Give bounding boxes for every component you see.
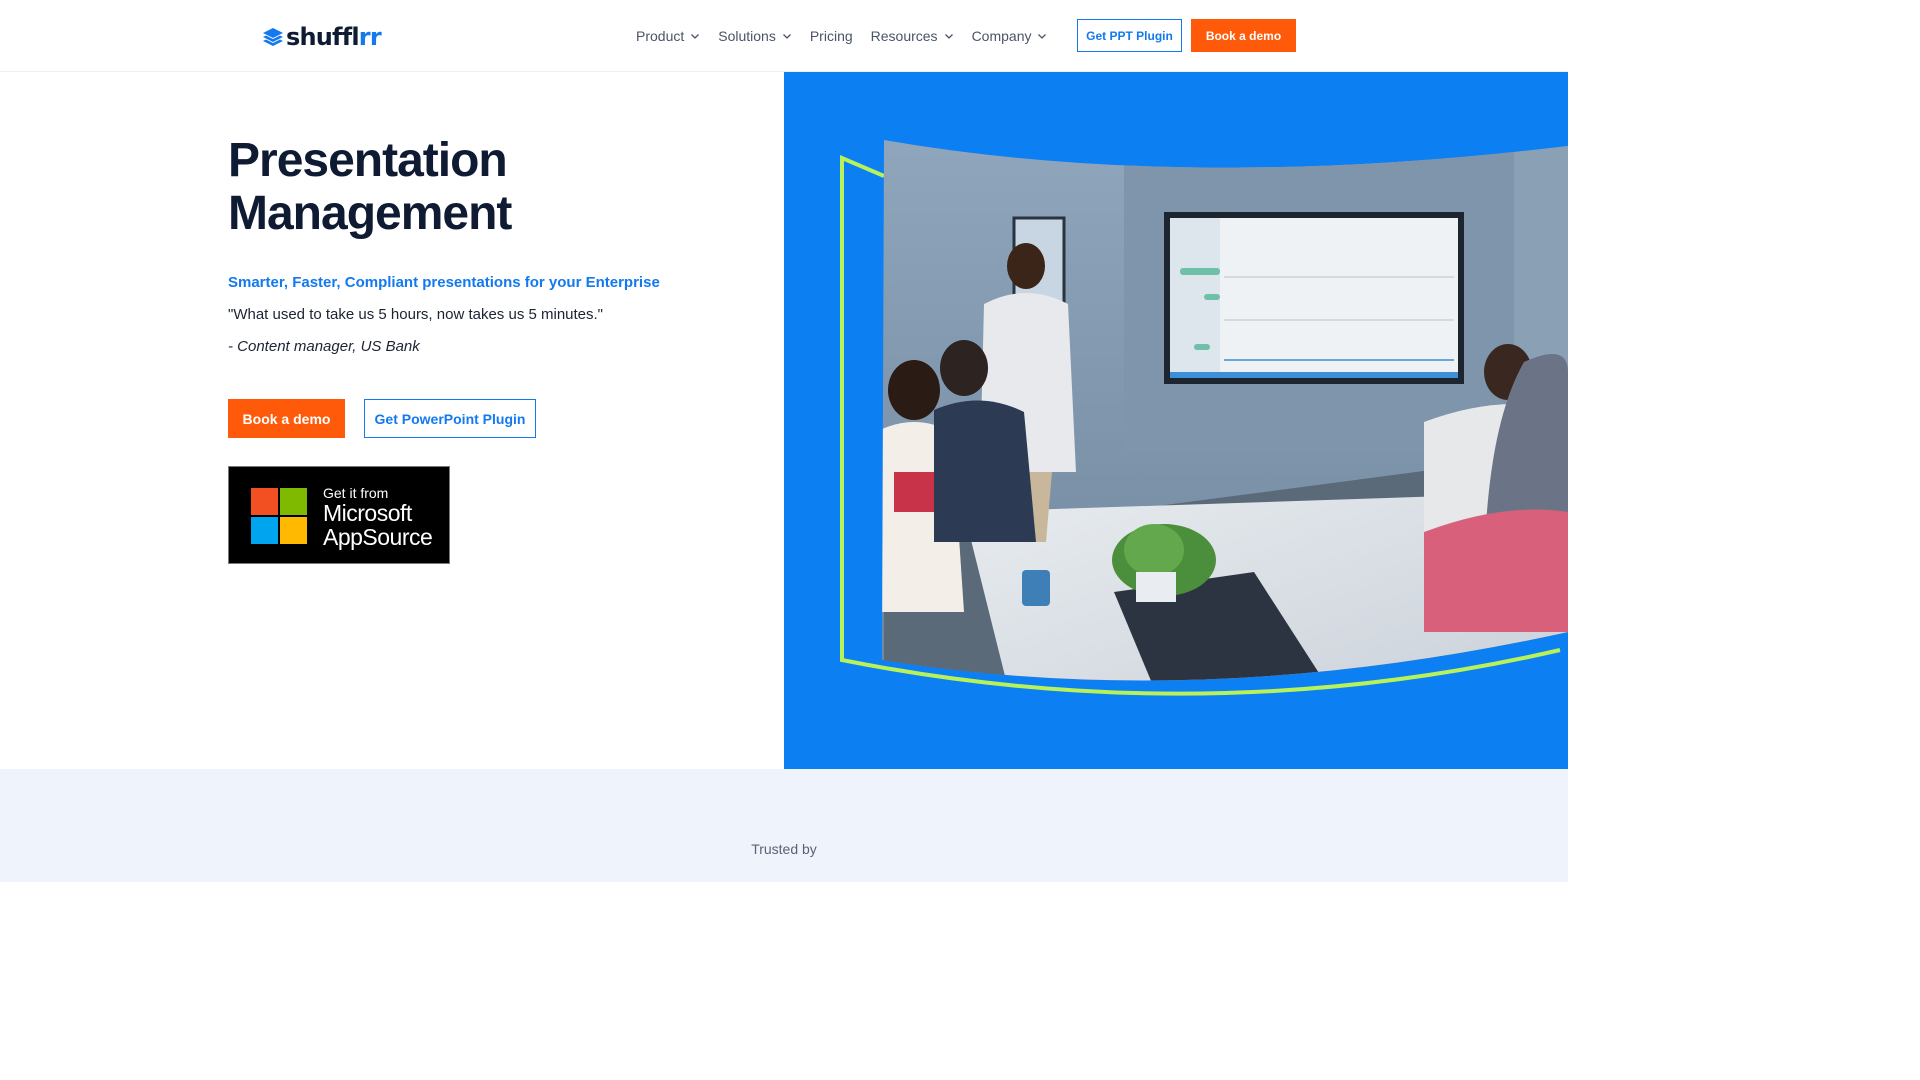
hero-visual xyxy=(784,72,1568,769)
stacked-layers-icon xyxy=(263,28,283,46)
badge-line1: Get it from xyxy=(323,485,389,501)
testimonial-quote: "What used to take us 5 hours, now takes… xyxy=(228,306,604,323)
get-powerpoint-plugin-button[interactable]: Get PowerPoint Plugin xyxy=(364,399,536,438)
nav-solutions[interactable]: Solutions xyxy=(718,28,792,44)
chevron-down-icon xyxy=(944,34,953,39)
chevron-down-icon xyxy=(691,34,700,39)
nav-pricing-label: Pricing xyxy=(809,28,853,44)
nav-resources-label: Resources xyxy=(870,28,938,44)
trusted-by-section: Trusted by xyxy=(0,769,1568,882)
shufflrr-logo[interactable]: shufflrr xyxy=(262,22,382,52)
chevron-down-icon xyxy=(782,34,791,39)
nav-solutions-label: Solutions xyxy=(718,28,776,44)
badge-line3: AppSource xyxy=(323,524,433,550)
testimonial-attribution: - Content manager, US Bank xyxy=(228,338,420,355)
nav-product-label: Product xyxy=(636,28,685,44)
logo-text: shufflrr xyxy=(286,23,382,51)
trusted-by-label: Trusted by xyxy=(751,841,817,857)
get-ppt-plugin-button[interactable]: Get PPT Plugin xyxy=(1077,19,1182,52)
badge-line2: Microsoft xyxy=(323,500,412,526)
hero-title: Presentation Management xyxy=(228,134,512,240)
hero-tagline: Smarter, Faster, Compliant presentations… xyxy=(228,274,660,291)
main-nav: Product Solutions Pricing Resources Comp… xyxy=(636,24,1065,48)
nav-pricing[interactable]: Pricing xyxy=(810,28,853,44)
nav-company[interactable]: Company xyxy=(972,28,1048,44)
nav-resources[interactable]: Resources xyxy=(871,28,954,44)
chevron-down-icon xyxy=(1038,34,1047,39)
nav-product[interactable]: Product xyxy=(636,28,700,44)
badge-title: Microsoft AppSource xyxy=(323,500,433,550)
nav-company-label: Company xyxy=(971,28,1032,44)
microsoft-logo-icon xyxy=(251,488,307,544)
microsoft-appsource-badge[interactable]: Get it from Microsoft AppSource xyxy=(228,466,450,564)
header-book-demo-button[interactable]: Book a demo xyxy=(1191,19,1296,52)
book-demo-button[interactable]: Book a demo xyxy=(228,399,345,438)
site-header: shufflrr Product Solutions Pricing Resou… xyxy=(0,0,1568,72)
meeting-room-photo xyxy=(840,140,1568,696)
